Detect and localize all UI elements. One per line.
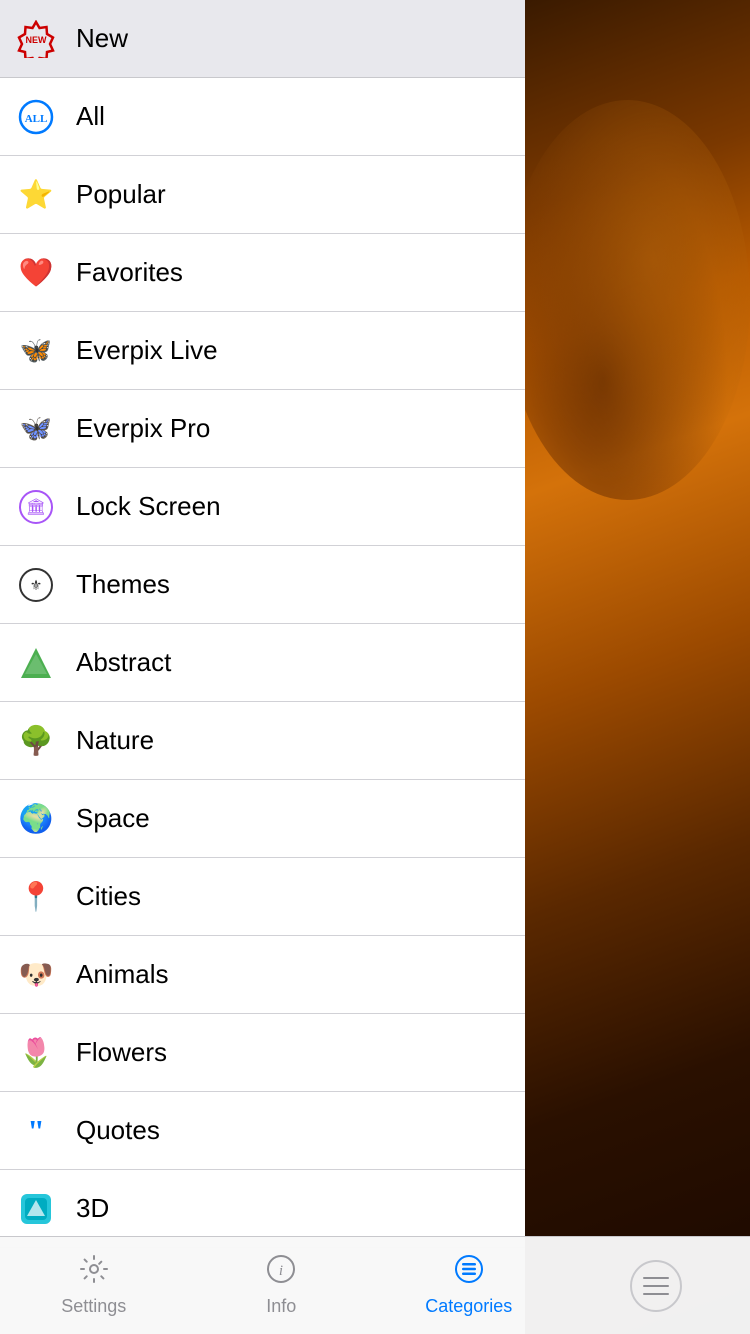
quotes-label: Quotes	[76, 1115, 160, 1146]
tab-bar: Settings i Info Categories	[0, 1236, 750, 1334]
themes-icon: ⚜	[16, 565, 56, 605]
everpix-live-label: Everpix Live	[76, 335, 218, 366]
info-tab-label: Info	[266, 1296, 296, 1317]
svg-text:ALL: ALL	[25, 113, 48, 125]
flowers-label: Flowers	[76, 1037, 167, 1068]
sidebar-item-flowers[interactable]: 🌷 Flowers	[0, 1014, 525, 1092]
menu-panel: NEW New ALL All ⭐ Popular ❤️ Favorites	[0, 0, 525, 1334]
categories-tab-label: Categories	[425, 1296, 512, 1317]
abstract-label: Abstract	[76, 647, 171, 678]
hamburger-button[interactable]	[563, 1237, 750, 1334]
everpix-pro-icon: 🦋	[16, 409, 56, 449]
sidebar-item-all[interactable]: ALL All	[0, 78, 525, 156]
hamburger-line-3	[643, 1293, 669, 1295]
nature-label: Nature	[76, 725, 154, 756]
sidebar-item-quotes[interactable]: " Quotes	[0, 1092, 525, 1170]
space-label: Space	[76, 803, 150, 834]
space-icon: 🌍	[16, 799, 56, 839]
sidebar-item-themes[interactable]: ⚜ Themes	[0, 546, 525, 624]
themes-label: Themes	[76, 569, 170, 600]
favorites-icon: ❤️	[16, 253, 56, 293]
everpix-live-icon: 🦋	[16, 331, 56, 371]
sidebar-item-everpix-live[interactable]: 🦋 Everpix Live	[0, 312, 525, 390]
lock-screen-label: Lock Screen	[76, 491, 221, 522]
flowers-icon: 🌷	[16, 1033, 56, 1073]
favorites-label: Favorites	[76, 257, 183, 288]
all-icon: ALL	[16, 97, 56, 137]
info-icon: i	[266, 1254, 296, 1291]
animals-label: Animals	[76, 959, 168, 990]
tab-info[interactable]: i Info	[188, 1237, 376, 1334]
categories-icon	[454, 1254, 484, 1291]
svg-text:i: i	[279, 1263, 283, 1279]
everpix-pro-label: Everpix Pro	[76, 413, 210, 444]
sidebar-item-everpix-pro[interactable]: 🦋 Everpix Pro	[0, 390, 525, 468]
abstract-icon	[16, 643, 56, 683]
new-badge-icon: NEW	[16, 19, 56, 59]
quotes-icon: "	[16, 1111, 56, 1151]
popular-icon: ⭐	[16, 175, 56, 215]
tab-settings[interactable]: Settings	[0, 1237, 188, 1334]
svg-text:NEW: NEW	[26, 35, 48, 45]
nature-icon: 🌳	[16, 721, 56, 761]
sidebar-item-cities[interactable]: 📍 Cities	[0, 858, 525, 936]
sidebar-item-abstract[interactable]: Abstract	[0, 624, 525, 702]
lock-screen-icon: 🏛	[16, 487, 56, 527]
settings-tab-label: Settings	[61, 1296, 126, 1317]
sidebar-item-space[interactable]: 🌍 Space	[0, 780, 525, 858]
tab-categories[interactable]: Categories	[375, 1237, 563, 1334]
sidebar-item-popular[interactable]: ⭐ Popular	[0, 156, 525, 234]
sidebar-item-lock-screen[interactable]: 🏛 Lock Screen	[0, 468, 525, 546]
3d-icon	[16, 1189, 56, 1229]
sidebar-item-favorites[interactable]: ❤️ Favorites	[0, 234, 525, 312]
menu-list: ALL All ⭐ Popular ❤️ Favorites 🦋 Everpix…	[0, 78, 525, 1248]
cities-icon: 📍	[16, 877, 56, 917]
3d-label: 3D	[76, 1193, 109, 1224]
animals-icon: 🐶	[16, 955, 56, 995]
new-label: New	[76, 23, 128, 54]
hamburger-circle-icon	[630, 1260, 682, 1312]
hamburger-line-1	[643, 1277, 669, 1279]
cities-label: Cities	[76, 881, 141, 912]
svg-text:🏛: 🏛	[26, 498, 46, 516]
all-label: All	[76, 101, 105, 132]
new-header-item[interactable]: NEW New	[0, 0, 525, 78]
settings-icon	[79, 1254, 109, 1291]
hamburger-line-2	[643, 1285, 669, 1287]
sidebar-item-animals[interactable]: 🐶 Animals	[0, 936, 525, 1014]
popular-label: Popular	[76, 179, 166, 210]
sidebar-item-nature[interactable]: 🌳 Nature	[0, 702, 525, 780]
svg-text:⚜: ⚜	[30, 577, 43, 593]
background-panel	[525, 0, 750, 1334]
